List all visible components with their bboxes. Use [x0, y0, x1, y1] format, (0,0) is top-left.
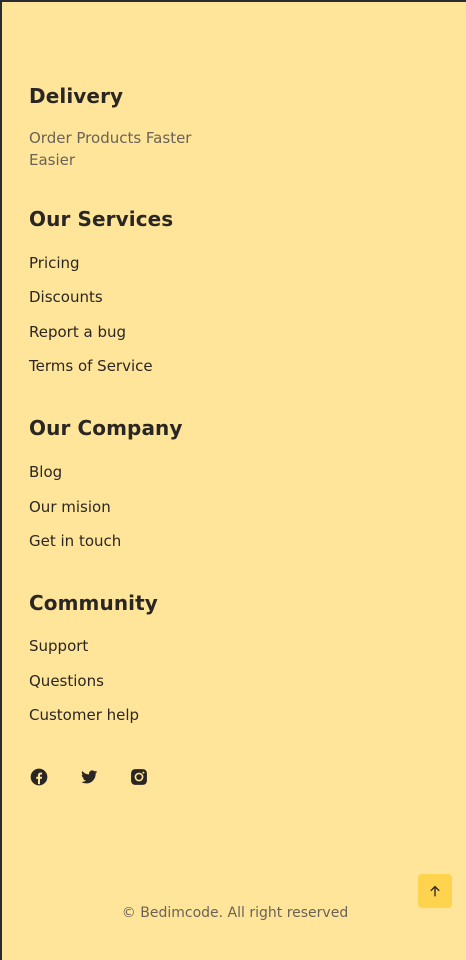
twitter-icon[interactable]: [79, 767, 99, 787]
social-links: [29, 767, 149, 787]
facebook-icon[interactable]: [29, 767, 49, 787]
instagram-icon[interactable]: [129, 767, 149, 787]
company-title: Our Company: [29, 416, 183, 440]
company-link-contact[interactable]: Get in touch: [29, 531, 121, 551]
community-title: Community: [29, 591, 158, 615]
services-link-discounts[interactable]: Discounts: [29, 287, 103, 307]
scroll-up-button[interactable]: [418, 874, 452, 908]
footer: Delivery Order Products Faster Easier Ou…: [2, 2, 466, 960]
services-link-pricing[interactable]: Pricing: [29, 253, 80, 273]
services-link-report-bug[interactable]: Report a bug: [29, 322, 126, 342]
delivery-title: Delivery: [29, 84, 124, 108]
community-link-customer-help[interactable]: Customer help: [29, 705, 139, 725]
community-link-support[interactable]: Support: [29, 636, 88, 656]
arrow-up-icon: [430, 885, 440, 897]
copyright-text: © Bedimcode. All right reserved: [121, 905, 349, 921]
delivery-description: Order Products Faster Easier: [29, 129, 192, 169]
company-link-mission[interactable]: Our mision: [29, 497, 111, 517]
company-link-blog[interactable]: Blog: [29, 462, 62, 482]
community-link-questions[interactable]: Questions: [29, 671, 104, 691]
services-link-terms[interactable]: Terms of Service: [29, 356, 153, 376]
services-title: Our Services: [29, 207, 174, 231]
